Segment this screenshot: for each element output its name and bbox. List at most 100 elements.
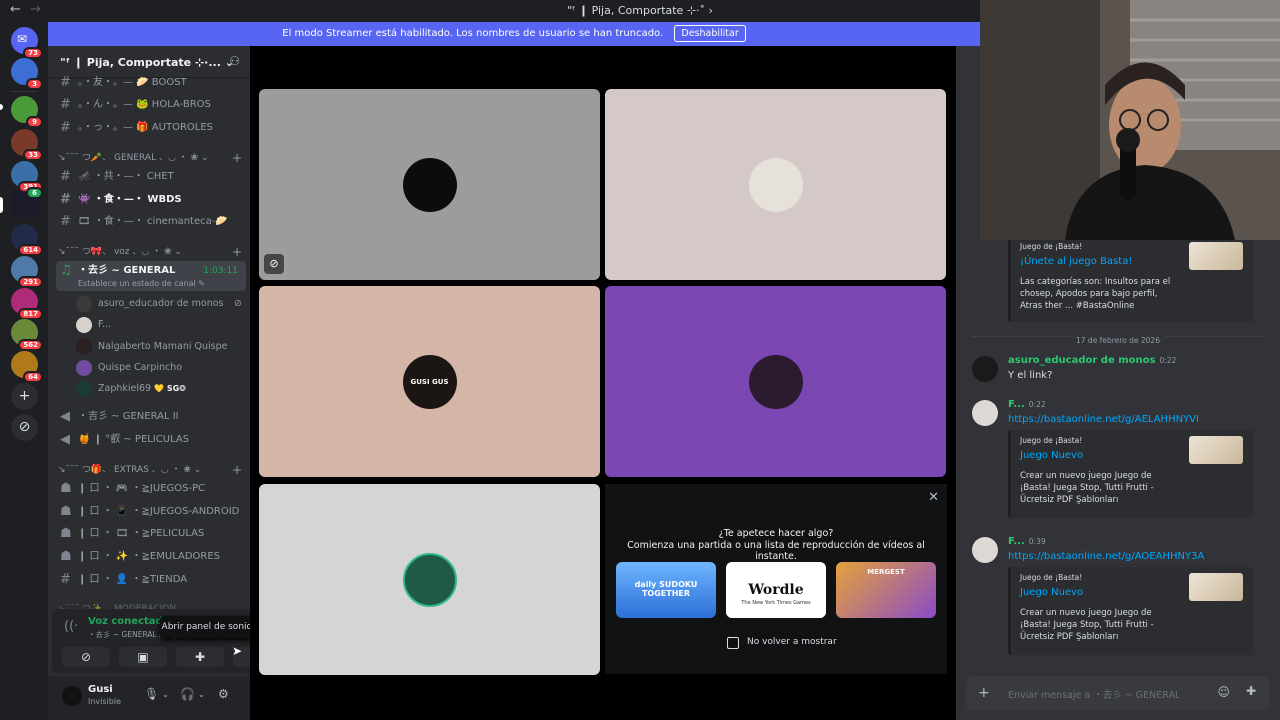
message-link[interactable]: https://bastaonline.net/g/AOEAHHNY3A <box>1008 551 1204 562</box>
voice-activity-icon: ♫ <box>60 263 72 278</box>
embed-title[interactable]: Juego Nuevo <box>1020 587 1083 598</box>
voice-member[interactable]: Zaphkiel69 💛 SG❂ <box>76 379 246 399</box>
set-channel-status[interactable]: Establece un estado de canal ✎ <box>78 279 205 288</box>
voice-member[interactable]: Nalgaberto Mamani Quispe <box>76 337 246 357</box>
avatar[interactable] <box>972 356 998 382</box>
selected-pill <box>0 197 3 213</box>
server-icon[interactable]: 3 <box>11 58 43 90</box>
participant-tile[interactable] <box>259 484 600 675</box>
channel-wbds[interactable]: # 👾 ・食・—・ WBDS <box>56 190 246 210</box>
server-icon[interactable]: 291 <box>11 256 43 288</box>
category-voz[interactable]: ↘˘˘˘ つ🎀、 voz 、◡ ・ ❀ ⌄ + <box>58 244 244 260</box>
user-name[interactable]: Gusi <box>88 684 113 695</box>
camera-off-icon[interactable]: ⊘ <box>62 647 110 667</box>
hash-icon: # <box>60 120 71 135</box>
forum-channel-juegos-pc[interactable]: ☗ ❙ 口 ・ 🎮 ・≧JUEGOS-PC <box>56 479 246 499</box>
forum-channel-juegos-android[interactable]: ☗ ❙ 口 ・ 📱 ・≧JUEGOS-ANDROID <box>56 502 246 522</box>
forum-channel-emuladores[interactable]: ☗ ❙ 口 ・ ✨ ・≧EMULADORES <box>56 547 246 567</box>
channel-autoroles[interactable]: # 。・っ・。— 🎁 AUTOROLES <box>56 118 246 138</box>
chevron-down-icon[interactable]: ⌄ <box>162 690 169 699</box>
add-member-icon[interactable]: ⚇ <box>229 54 240 68</box>
category-general[interactable]: ↘˘˘˘ つ🥕、 GENERAL 、◡ ・ ❀ ⌄ + <box>58 150 244 166</box>
signal-icon[interactable]: ((· <box>64 619 78 634</box>
message-author[interactable]: asuro_educador de monos 0:22 <box>1008 355 1176 366</box>
channel-boost[interactable]: # 。・友・。— 🥟 BOOST <box>56 73 246 93</box>
server-icon[interactable]: 33 <box>11 129 43 161</box>
embed-thumbnail <box>1189 573 1243 601</box>
plus-icon[interactable]: + <box>232 150 242 166</box>
embed-title[interactable]: ¡Únete al juego Basta! <box>1020 256 1132 267</box>
category-extras[interactable]: ↘˘˘˘ つ🎁、 EXTRAS 、◡ ・ ❀ ⌄ + <box>58 462 244 478</box>
server-icon[interactable]: 817 <box>11 288 43 320</box>
game-mergest[interactable]: MERGEST <box>836 562 936 618</box>
forum-channel-peliculas[interactable]: ☗ ❙ 口 ・ 🎞 ・≧PELICULAS <box>56 524 246 544</box>
channel-label: 👾 ・食・—・ WBDS <box>78 194 182 205</box>
voice-connected-label[interactable]: Voz conectada <box>88 616 169 627</box>
link-embed: Juego de ¡Basta! Juego Nuevo Crear un nu… <box>1008 567 1253 655</box>
server-icon-active[interactable]: 6 <box>11 187 43 218</box>
activity-card: ✕ ¿Te apetece hacer algo? Comienza una p… <box>605 484 947 674</box>
message-author[interactable]: F... 0:22 <box>1008 399 1046 410</box>
voice-channel-peliculas[interactable]: ◀ 🍯 ❙ °叡 ~ PELICULAS <box>56 430 246 450</box>
gear-icon[interactable]: ⚙ <box>218 687 229 701</box>
member-name: Zaphkiel69 <box>98 383 152 394</box>
message-input[interactable]: + Enviar mensaje a ・去彡 ~ GENERAL ☺ ✚ <box>966 676 1270 710</box>
participant-tile[interactable]: ⊘ <box>259 89 600 280</box>
channel-tienda[interactable]: # ❙ 口 ・ 👤 ・≧TIENDA <box>56 570 246 590</box>
plus-icon[interactable]: + <box>232 244 242 260</box>
message-author[interactable]: F... 0:39 <box>1008 536 1046 547</box>
voice-member[interactable]: F... <box>76 315 246 335</box>
game-sudoku[interactable]: daily SUDOKU TOGETHER <box>616 562 716 618</box>
plus-icon[interactable]: + <box>978 685 990 701</box>
message-link[interactable]: https://bastaonline.net/g/AELAHHNYVI <box>1008 414 1199 425</box>
emoji-icon[interactable]: ☺ <box>1217 685 1230 699</box>
chevron-down-icon[interactable]: ⌄ <box>198 690 205 699</box>
voice-member[interactable]: asuro_educador de monos ⊘ <box>76 294 246 314</box>
unread-badge: 562 <box>18 339 43 351</box>
channel-chet[interactable]: # 🦟 ・共・—・ CHET <box>56 167 246 187</box>
participant-tile[interactable]: GUSI GUS <box>259 286 600 477</box>
channel-hola-bros[interactable]: # 。・ん・。— 🐸 HOLA-BROS <box>56 95 246 115</box>
microphone-icon[interactable]: 🎙 <box>144 687 159 701</box>
avatar[interactable] <box>972 537 998 563</box>
server-icon[interactable]: 614 <box>11 224 43 256</box>
screen-share-icon[interactable]: ▣ <box>119 647 167 667</box>
headphones-icon[interactable]: 🎧 <box>180 687 195 701</box>
voice-member[interactable]: Quispe Carpincho <box>76 358 246 378</box>
game-wordle[interactable]: Wordle The New York Times Games <box>726 562 826 618</box>
disable-streamer-button[interactable]: Deshabilitar <box>674 25 746 42</box>
close-icon[interactable]: ✕ <box>928 490 939 505</box>
home-server-icon[interactable]: ✉ 73 <box>11 27 43 59</box>
category-label: ↘˘˘˘ つ🎁、 EXTRAS 、◡ ・ ❀ ⌄ <box>58 465 202 475</box>
embed-title[interactable]: Juego Nuevo <box>1020 450 1083 461</box>
voice-timer: 1:03:11 <box>203 266 238 276</box>
unread-badge: 33 <box>23 149 43 161</box>
channel-label: ・吉彡 ~ GENERAL II <box>78 411 179 422</box>
unread-badge: 6 <box>26 187 43 199</box>
unread-badge: 64 <box>23 371 43 383</box>
avatar[interactable] <box>62 686 82 706</box>
channel-cinemanteca[interactable]: # 🎞 ・食・—・ cinemanteca-🥟 <box>56 212 246 232</box>
participant-tile[interactable] <box>605 286 946 477</box>
dont-show-label: No volver a mostrar <box>747 637 837 647</box>
server-icon[interactable]: 64 <box>11 351 43 383</box>
dont-show-checkbox[interactable] <box>727 637 739 649</box>
plus-icon[interactable]: + <box>232 462 242 478</box>
voice-channel-general-ii[interactable]: ◀ ・吉彡 ~ GENERAL II <box>56 407 246 427</box>
avatar[interactable] <box>972 400 998 426</box>
channel-sidebar: "ᶠ ❙ Pija, Comportate ⊹·... ⌄ ⚇ # 。・友・。— … <box>48 46 288 720</box>
channel-label: 🦟 ・共・—・ CHET <box>78 171 174 182</box>
compass-icon[interactable]: ⊘ <box>11 414 38 441</box>
apps-icon[interactable]: ✚ <box>1246 684 1256 698</box>
server-icon[interactable]: 562 <box>11 319 43 351</box>
unread-badge: 9 <box>26 116 43 128</box>
activities-icon[interactable]: ✚ <box>176 647 224 667</box>
banner-text: El modo Streamer está habilitado. Los no… <box>282 28 664 39</box>
game-title: MERGEST <box>867 568 905 576</box>
server-icon[interactable]: 391 <box>11 161 43 193</box>
game-title: Wordle <box>748 582 804 598</box>
plus-icon[interactable]: + <box>11 383 38 410</box>
participant-tile[interactable] <box>605 89 946 280</box>
game-title: daily SUDOKU TOGETHER <box>634 580 698 598</box>
server-icon[interactable]: 9 <box>11 96 43 128</box>
